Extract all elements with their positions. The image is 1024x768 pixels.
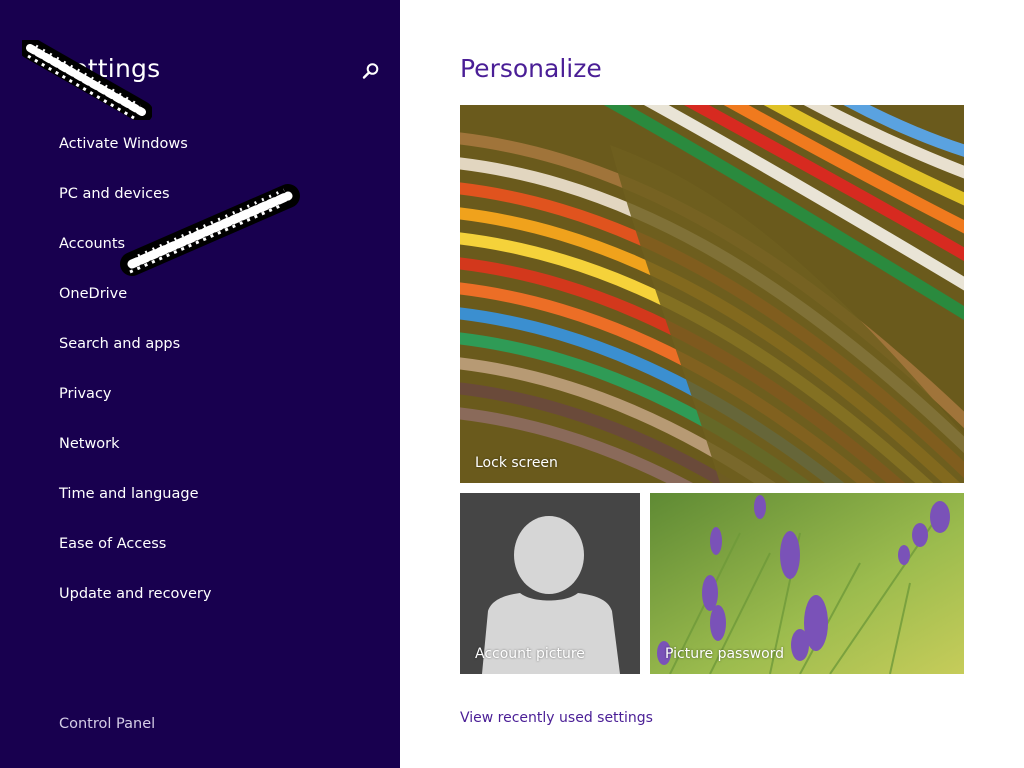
nav-item-accounts[interactable]: Accounts [59,232,211,282]
nav-item-update-and-recovery[interactable]: Update and recovery [59,582,211,632]
account-picture-tile[interactable]: Account picture [460,493,640,674]
view-recently-used-settings-link[interactable]: View recently used settings [460,710,653,726]
search-icon [362,63,379,79]
picture-password-tile[interactable]: Picture password [650,493,964,674]
nav-item-pc-and-devices[interactable]: PC and devices [59,182,211,232]
account-picture-label: Account picture [475,646,585,662]
nav-item-ease-of-access[interactable]: Ease of Access [59,532,211,582]
picture-password-label: Picture password [665,646,785,662]
page-title: Personalize [460,54,602,83]
nav-item-search-and-apps[interactable]: Search and apps [59,332,211,382]
search-button[interactable] [358,58,384,84]
redaction-scribble [22,40,152,120]
lock-screen-tile[interactable]: Lock screen [460,105,964,483]
settings-nav: Activate Windows PC and devices Accounts… [59,132,211,632]
nav-item-time-and-language[interactable]: Time and language [59,482,211,532]
nav-item-onedrive[interactable]: OneDrive [59,282,211,332]
nav-item-privacy[interactable]: Privacy [59,382,211,432]
lock-screen-image [460,105,964,483]
lock-screen-label: Lock screen [475,455,558,471]
settings-sidebar: settings Activate Windows PC and devices… [0,0,400,768]
control-panel-link[interactable]: Control Panel [59,716,155,732]
nav-item-activate-windows[interactable]: Activate Windows [59,132,211,182]
nav-item-network[interactable]: Network [59,432,211,482]
